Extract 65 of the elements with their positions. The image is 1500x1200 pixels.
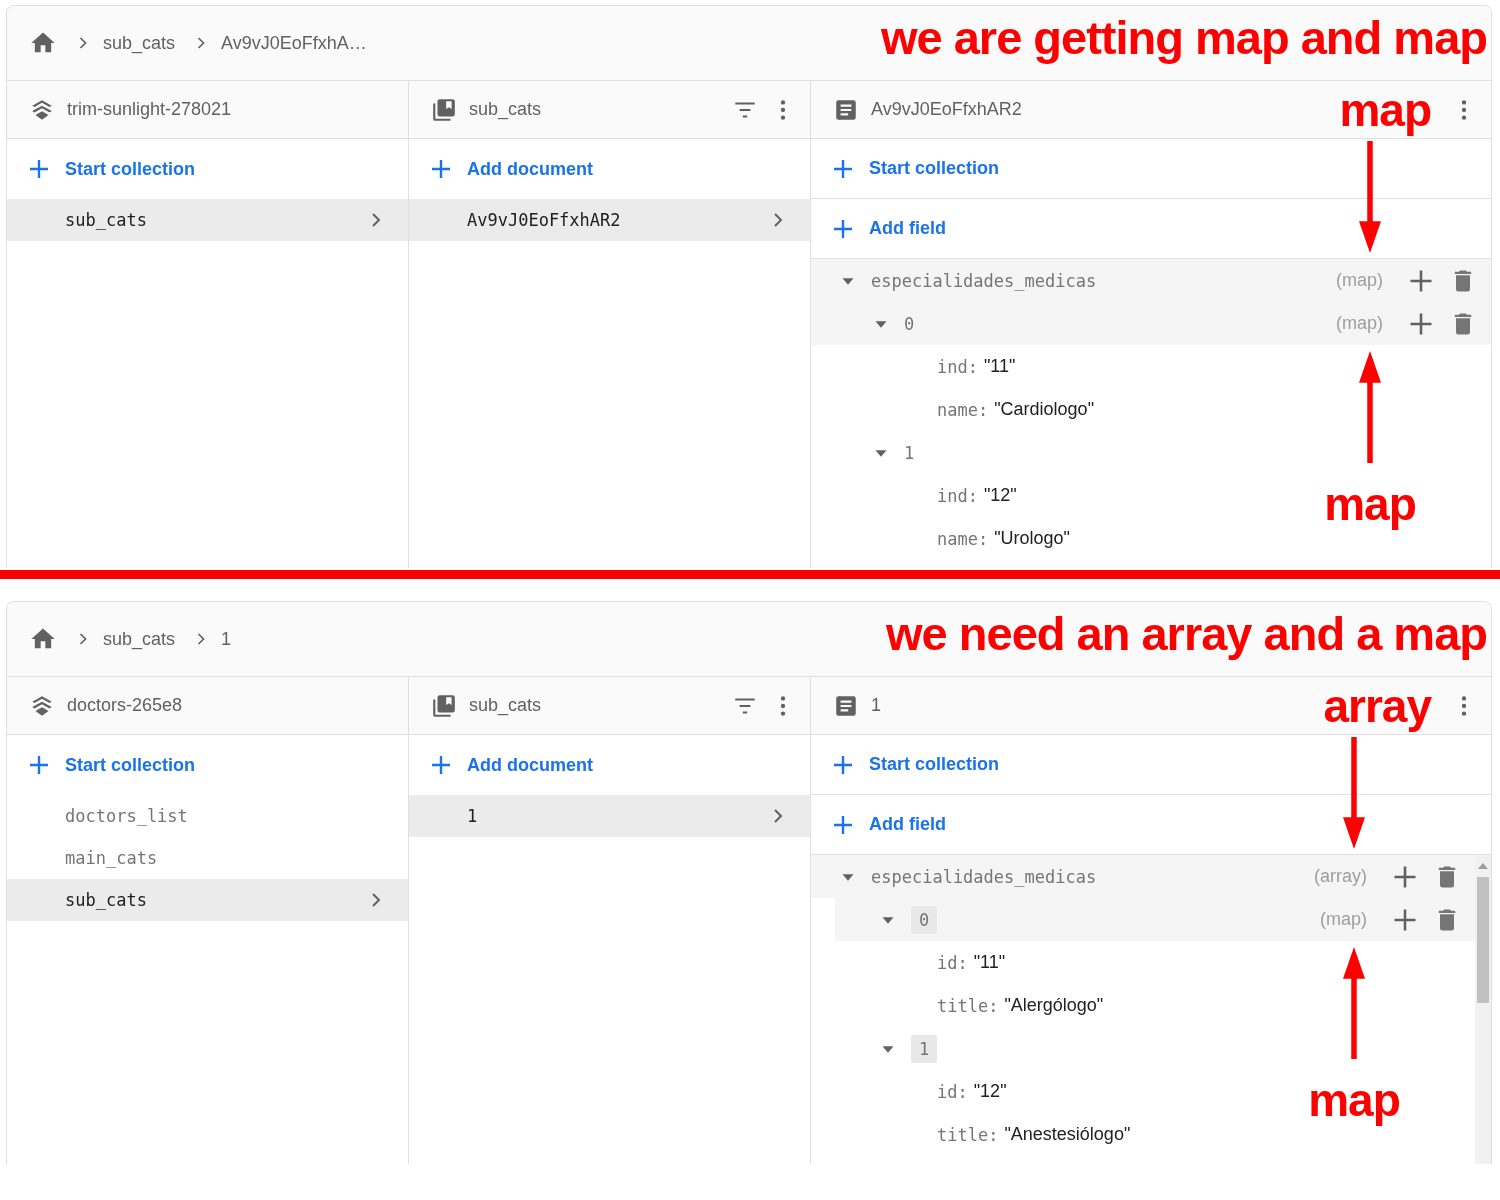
field-row[interactable]: 1 (811, 431, 1491, 474)
collection-title: sub_cats (469, 695, 542, 716)
collection-item[interactable]: sub_cats (7, 199, 408, 241)
field-key: ind: (937, 485, 978, 506)
field-key: ind: (937, 356, 978, 377)
field-value: "11" (973, 952, 1006, 973)
field-row[interactable]: 1 (835, 1027, 1475, 1070)
field-key: id: (937, 1081, 968, 1102)
field-value: "Anestesiólogo" (1004, 1124, 1131, 1145)
field-row[interactable]: 0 (map) (835, 898, 1475, 941)
field-key: title: (937, 995, 999, 1016)
field-key: title: (937, 1124, 999, 1145)
start-collection-button[interactable]: Start collection (7, 139, 408, 199)
breadcrumb-link[interactable]: sub_cats (103, 628, 176, 650)
field-key: id: (937, 952, 968, 973)
add-document-button[interactable]: Add document (409, 139, 810, 199)
plus-icon (429, 753, 453, 777)
project-title: doctors-265e8 (67, 695, 183, 716)
annotation-label: map (1324, 477, 1416, 531)
document-item[interactable]: 1 (409, 795, 810, 837)
breadcrumb-link[interactable]: sub_cats (103, 32, 176, 54)
collection-icon (431, 692, 457, 719)
field-key: 0 (904, 313, 915, 334)
field-key: name: (937, 399, 989, 420)
collection-item[interactable]: doctors_list (7, 795, 408, 837)
annotation-label: array (1323, 678, 1431, 733)
breadcrumb-link[interactable]: Av9vJ0EoFfxhA… (221, 32, 367, 54)
plus-icon (429, 157, 453, 181)
breadcrumb-link[interactable]: 1 (221, 628, 232, 650)
field-value: "Urologo" (994, 528, 1070, 549)
field-key: 1 (911, 1034, 938, 1063)
collection-item[interactable]: sub_cats (7, 879, 408, 921)
collection-item[interactable]: main_cats (7, 837, 408, 879)
field-value: "Cardiologo" (994, 399, 1095, 420)
field-key: name: (937, 528, 989, 549)
add-document-button[interactable]: Add document (409, 735, 810, 795)
field-type: (map) (1336, 270, 1383, 291)
collection-title: sub_cats (469, 99, 542, 120)
plus-icon (27, 157, 51, 181)
field-row[interactable]: especialidades_medicas (map) (811, 259, 1491, 302)
annotation-heading: we are getting map and map (880, 10, 1487, 65)
scrollbar[interactable] (1475, 855, 1491, 1164)
project-title: trim-sunlight-278021 (67, 99, 232, 120)
field-key: 1 (904, 442, 915, 463)
field-key: 0 (911, 905, 938, 934)
field-value: "Alergólogo" (1004, 995, 1104, 1016)
document-title: 1 (871, 695, 881, 716)
annotation-label: map (1308, 1073, 1400, 1127)
field-type: (array) (1314, 866, 1367, 887)
plus-icon (27, 753, 51, 777)
field-type: (map) (1336, 313, 1383, 334)
annotation-heading: we need an array and a map (886, 606, 1487, 661)
start-collection-button[interactable]: Start collection (7, 735, 408, 795)
document-item[interactable]: Av9vJ0EoFfxhAR2 (409, 199, 810, 241)
field-key: especialidades_medicas (871, 270, 1097, 291)
field-key: especialidades_medicas (871, 866, 1097, 887)
field-value: "11" (983, 356, 1016, 377)
document-title: Av9vJ0EoFfxhAR2 (871, 99, 1022, 120)
field-row[interactable]: especialidades_medicas (array) (811, 855, 1475, 898)
field-value: "12" (973, 1081, 1007, 1102)
field-value: "12" (983, 485, 1017, 506)
collection-icon (431, 96, 457, 123)
field-row[interactable]: 0 (map) (811, 302, 1491, 345)
field-type: (map) (1320, 909, 1367, 930)
annotation-label: map (1339, 82, 1431, 137)
